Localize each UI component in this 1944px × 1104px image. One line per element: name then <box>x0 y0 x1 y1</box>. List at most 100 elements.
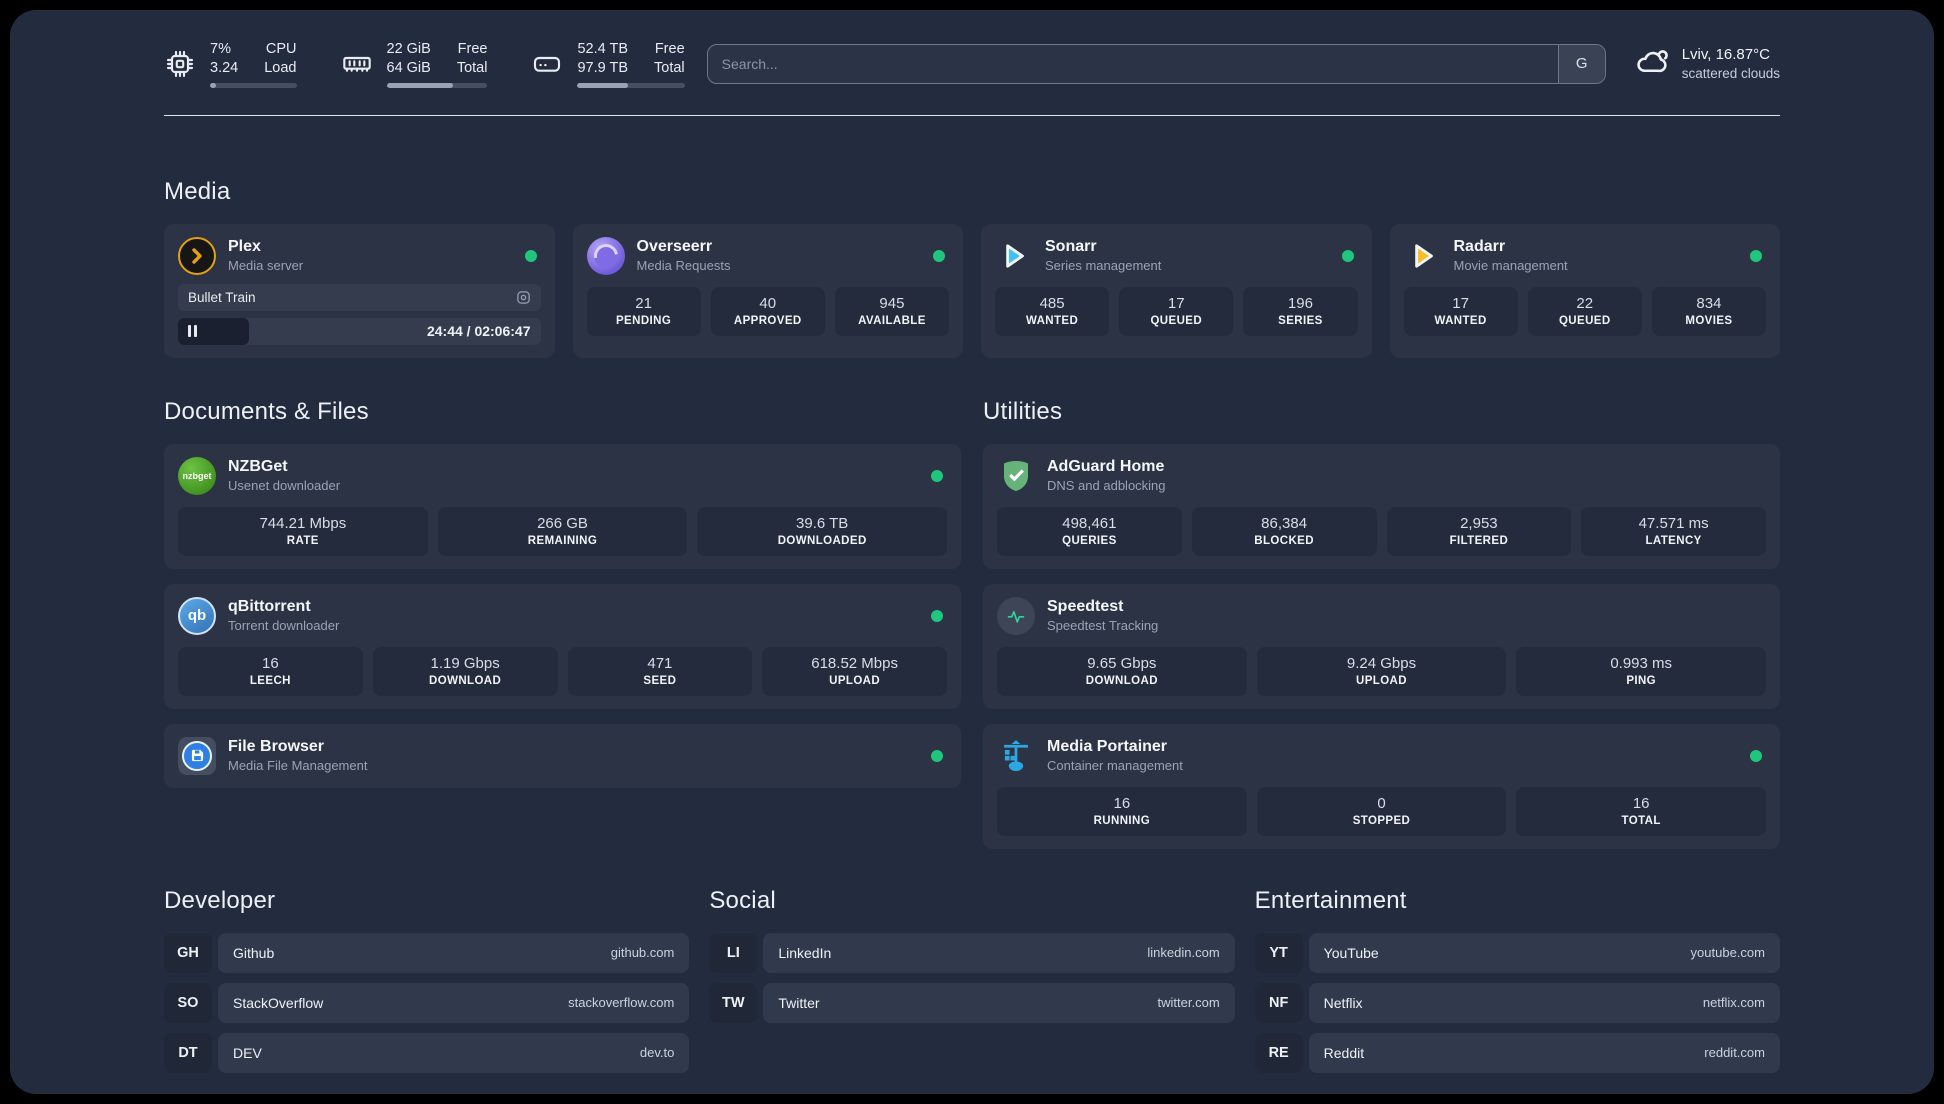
stat-value: 0 <box>1377 794 1386 812</box>
link-row-dev[interactable]: DT DEV dev.to <box>164 1032 690 1073</box>
dashboard-window: 7% 3.24 CPU Load 22 GiB 64 GiB Free Tota… <box>10 10 1934 1094</box>
app-card-overseerr[interactable]: Overseerr Media Requests 21 PENDING 40 A… <box>572 223 963 358</box>
link-row-youtube[interactable]: YT YouTube youtube.com <box>1254 932 1780 973</box>
stat-label: SEED <box>643 674 677 687</box>
link-row-linkedin[interactable]: LI LinkedIn linkedin.com <box>709 932 1235 973</box>
stat-value: 9.65 Gbps <box>1087 654 1157 672</box>
stat-value: 618.52 Mbps <box>811 654 898 672</box>
link-row-stackoverflow[interactable]: SO StackOverflow stackoverflow.com <box>164 982 690 1023</box>
sonarr-icon <box>995 237 1033 275</box>
stat-value: 266 GB <box>537 514 588 532</box>
pause-icon[interactable] <box>188 325 197 338</box>
link-row-github[interactable]: GH Github github.com <box>164 932 690 973</box>
stat-value: 16 <box>262 654 279 672</box>
app-name: Radarr <box>1453 238 1506 256</box>
header-divider <box>164 114 1780 116</box>
link-url: reddit.com <box>1704 1045 1765 1061</box>
weather-widget: Lviv, 16.87°C scattered clouds <box>1634 43 1780 84</box>
cpu-widget: 7% 3.24 CPU Load <box>164 40 297 88</box>
stat-box: 16 TOTAL <box>1516 786 1767 836</box>
stat-value: 40 <box>759 294 777 312</box>
stat-value: 16 <box>1632 794 1650 812</box>
stat-value: 485 <box>1039 294 1065 312</box>
app-subtitle: Usenet downloader <box>228 478 341 494</box>
stat-label: RATE <box>286 534 319 547</box>
link-row-twitter[interactable]: TW Twitter twitter.com <box>709 982 1235 1023</box>
section-title-documents: Documents & Files <box>164 397 369 425</box>
utilities-column: Utilities AdGuard Home DNS and adblockin… <box>983 398 1780 849</box>
section-title-media: Media <box>164 177 231 205</box>
stat-value: 86,384 <box>1261 514 1308 532</box>
app-card-portainer[interactable]: Media Portainer Container management 16 … <box>983 723 1780 849</box>
app-card-qbittorrent[interactable]: qb qBittorrent Torrent downloader 16 LEE… <box>164 583 961 709</box>
app-subtitle: Media server <box>228 258 304 274</box>
disk-free-value: 52.4 TB <box>577 41 629 57</box>
stat-box: 17 WANTED <box>1403 286 1518 336</box>
app-card-adguard[interactable]: AdGuard Home DNS and adblocking 498,461 … <box>983 443 1780 569</box>
stat-value: 498,461 <box>1062 514 1117 532</box>
app-subtitle: Media Requests <box>636 258 731 274</box>
link-tag: RE <box>1254 1032 1303 1073</box>
app-card-filebrowser[interactable]: File Browser Media File Management <box>164 723 961 788</box>
app-name: Sonarr <box>1045 238 1097 256</box>
stat-value: 2,953 <box>1460 514 1498 532</box>
status-dot-online <box>933 249 945 262</box>
app-card-nzbget[interactable]: nzbget NZBGet Usenet downloader 744.21 M… <box>164 443 961 569</box>
app-subtitle: Media File Management <box>228 758 368 774</box>
hard-drive-icon <box>531 48 563 80</box>
speedtest-icon <box>997 596 1035 635</box>
link-url: stackoverflow.com <box>568 995 675 1011</box>
link-tag: TW <box>709 982 758 1023</box>
link-label: StackOverflow <box>233 994 324 1011</box>
link-label: YouTube <box>1323 944 1379 961</box>
stat-label: UPLOAD <box>1356 674 1407 687</box>
app-card-plex[interactable]: Plex Media server Bullet Train 24:44 / 0… <box>164 223 555 358</box>
cpu-label: CPU <box>265 41 297 57</box>
app-card-speedtest[interactable]: Speedtest Speedtest Tracking 9.65 Gbps D… <box>983 583 1780 709</box>
stat-label: DOWNLOAD <box>1085 674 1158 687</box>
stat-box: 498,461 QUERIES <box>997 506 1182 556</box>
link-tag: DT <box>164 1032 212 1073</box>
stat-label: DOWNLOADED <box>777 534 867 547</box>
memory-icon <box>341 48 373 80</box>
link-label: DEV <box>233 1044 262 1061</box>
stat-label: STOPPED <box>1352 814 1411 827</box>
ram-total-label: Total <box>456 59 488 76</box>
stat-value: 16 <box>1113 794 1131 812</box>
stat-box: 17 QUEUED <box>1119 286 1234 336</box>
stat-label: BLOCKED <box>1254 534 1314 547</box>
stat-box: 485 WANTED <box>995 286 1110 336</box>
app-card-radarr[interactable]: Radarr Movie management 17 WANTED 22 QUE… <box>1389 223 1780 358</box>
app-card-sonarr[interactable]: Sonarr Series management 485 WANTED 17 Q… <box>981 223 1372 358</box>
search-bar: G <box>706 43 1606 84</box>
link-row-reddit[interactable]: RE Reddit reddit.com <box>1254 1032 1780 1073</box>
adguard-icon <box>997 457 1035 495</box>
app-subtitle: Speedtest Tracking <box>1047 618 1159 634</box>
stat-label: AVAILABLE <box>858 314 926 327</box>
link-row-netflix[interactable]: NF Netflix netflix.com <box>1254 982 1780 1023</box>
link-url: linkedin.com <box>1147 945 1220 961</box>
nzbget-icon: nzbget <box>178 456 216 495</box>
section-title-entertainment: Entertainment <box>1254 886 1407 914</box>
link-url: youtube.com <box>1690 945 1765 961</box>
stat-value: 21 <box>635 294 652 312</box>
disk-total-label: Total <box>654 59 685 76</box>
app-name: File Browser <box>228 738 325 756</box>
weather-location-temp: Lviv, 16.87°C <box>1681 45 1770 63</box>
search-input[interactable] <box>707 44 1558 83</box>
stat-value: 196 <box>1287 294 1313 312</box>
stat-box: 618.52 Mbps UPLOAD <box>762 646 947 696</box>
session-camera-icon[interactable] <box>516 290 531 305</box>
stat-value: 22 <box>1576 294 1594 312</box>
entertainment-links-column: Entertainment YT YouTube youtube.com NF … <box>1254 886 1780 1083</box>
stat-box: 9.24 Gbps UPLOAD <box>1256 646 1507 696</box>
stat-value: 744.21 Mbps <box>259 514 347 532</box>
stat-value: 471 <box>647 654 673 672</box>
stat-value: 17 <box>1452 294 1469 312</box>
playback-progress-bar: 24:44 / 02:06:47 <box>178 317 541 345</box>
app-subtitle: DNS and adblocking <box>1047 478 1166 494</box>
link-label: Netflix <box>1323 994 1363 1011</box>
search-provider-button[interactable]: G <box>1557 44 1605 83</box>
status-dot-online <box>931 749 943 762</box>
stat-box: 22 QUEUED <box>1527 286 1642 336</box>
